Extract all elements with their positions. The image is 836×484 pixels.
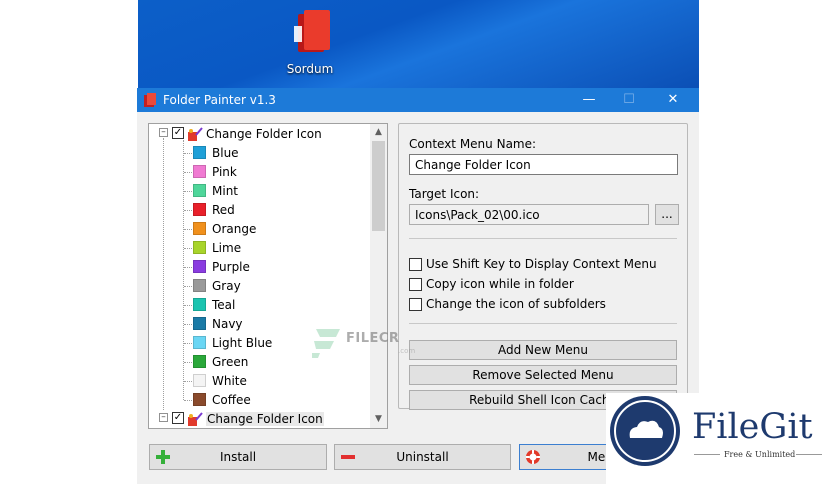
tree-color-label: Navy — [212, 317, 243, 331]
tree-color-item[interactable]: Purple — [149, 258, 369, 277]
color-swatch-icon — [193, 374, 206, 387]
minimize-button[interactable]: — — [569, 88, 609, 112]
color-swatch-icon — [193, 317, 206, 330]
install-button[interactable]: Install — [149, 444, 327, 470]
cloud-icon — [614, 400, 676, 462]
color-swatch-icon — [193, 260, 206, 273]
tree-color-label: Purple — [212, 260, 250, 274]
desktop-icon-label[interactable]: Sordum — [282, 62, 338, 76]
color-swatch-icon — [193, 298, 206, 311]
window-title: Folder Painter v1.3 — [163, 93, 276, 107]
context-menu-name-input[interactable]: Change Folder Icon — [409, 154, 678, 175]
color-swatch-icon — [193, 279, 206, 292]
tree-color-item[interactable]: Pink — [149, 163, 369, 182]
context-menu-name-label: Context Menu Name: — [409, 137, 537, 151]
filegit-logo — [610, 396, 680, 466]
tree-scrollbar[interactable]: ▲ ▼ — [370, 124, 387, 428]
tree-color-item[interactable]: Lime — [149, 239, 369, 258]
tree-color-label: Orange — [212, 222, 257, 236]
tree-color-label: Teal — [212, 298, 236, 312]
desktop-background: Sordum — [138, 0, 699, 88]
scroll-thumb[interactable] — [372, 141, 385, 231]
maximize-button[interactable]: ☐ — [609, 88, 649, 112]
tree-color-label: Coffee — [212, 393, 251, 407]
color-swatch-icon — [193, 184, 206, 197]
plus-icon — [156, 450, 170, 464]
tree-root-item[interactable]: – ✓ Change Folder Icon — [149, 410, 369, 428]
tree-color-label: Green — [212, 355, 249, 369]
tree-color-item[interactable]: Blue — [149, 144, 369, 163]
tree-color-item[interactable]: Coffee — [149, 391, 369, 410]
color-swatch-icon — [193, 393, 206, 406]
color-swatch-icon — [193, 241, 206, 254]
tree-color-label: Red — [212, 203, 235, 217]
settings-group: Context Menu Name: Change Folder Icon Ta… — [398, 123, 688, 410]
tree-color-item[interactable]: Mint — [149, 182, 369, 201]
target-icon-label: Target Icon: — [409, 187, 480, 201]
tree-color-item[interactable]: Orange — [149, 220, 369, 239]
scroll-down-icon[interactable]: ▼ — [370, 411, 387, 428]
tree-root-label: Change Folder Icon — [206, 127, 322, 141]
title-bar[interactable]: Folder Painter v1.3 — ☐ ✕ — [137, 88, 699, 112]
target-icon-input[interactable]: Icons\Pack_02\00.ico — [409, 204, 649, 225]
sordum-app-icon[interactable] — [290, 8, 334, 58]
tree-color-label: Mint — [212, 184, 238, 198]
tree-color-item[interactable]: Red — [149, 201, 369, 220]
tree-color-label: White — [212, 374, 247, 388]
subfolders-checkbox[interactable] — [409, 298, 422, 311]
tree-color-item[interactable]: White — [149, 372, 369, 391]
tree-color-label: Pink — [212, 165, 237, 179]
tree-checkbox[interactable]: ✓ — [172, 412, 184, 424]
filegit-watermark: FileGit Free & Unlimited — [606, 393, 836, 484]
collapse-icon[interactable]: – — [159, 413, 168, 422]
tree-color-label: Lime — [212, 241, 242, 255]
menu-tree-view[interactable]: – ✓ Change Folder Icon Blue Pink Mint Red Or… — [148, 123, 388, 429]
tree-checkbox[interactable]: ✓ — [172, 127, 184, 139]
tree-color-label: Light Blue — [212, 336, 273, 350]
color-swatch-icon — [193, 222, 206, 235]
scroll-up-icon[interactable]: ▲ — [370, 124, 387, 141]
app-icon — [144, 93, 156, 107]
folder-painter-icon — [188, 412, 203, 426]
close-button[interactable]: ✕ — [653, 88, 693, 112]
add-new-menu-button[interactable]: Add New Menu — [409, 340, 677, 360]
remove-selected-menu-button[interactable]: Remove Selected Menu — [409, 365, 677, 385]
color-swatch-icon — [193, 203, 206, 216]
tree-root-item[interactable]: – ✓ Change Folder Icon — [149, 125, 369, 144]
tree-root-label: Change Folder Icon — [206, 412, 324, 426]
tree-color-label: Gray — [212, 279, 241, 293]
uninstall-button[interactable]: Uninstall — [334, 444, 511, 470]
filecr-logo-icon — [312, 329, 340, 358]
minus-icon — [341, 455, 355, 459]
color-swatch-icon — [193, 336, 206, 349]
color-swatch-icon — [193, 355, 206, 368]
tree-color-item[interactable]: Teal — [149, 296, 369, 315]
browse-button[interactable]: ... — [655, 204, 679, 225]
shift-key-checkbox[interactable] — [409, 258, 422, 271]
tree-color-item[interactable]: Gray — [149, 277, 369, 296]
color-swatch-icon — [193, 146, 206, 159]
copy-icon-checkbox[interactable] — [409, 278, 422, 291]
lifebuoy-icon — [526, 450, 540, 464]
filecr-watermark: FILECR .com — [310, 325, 420, 361]
folder-painter-icon — [188, 127, 203, 141]
collapse-icon[interactable]: – — [159, 128, 168, 137]
color-swatch-icon — [193, 165, 206, 178]
tree-color-label: Blue — [212, 146, 239, 160]
